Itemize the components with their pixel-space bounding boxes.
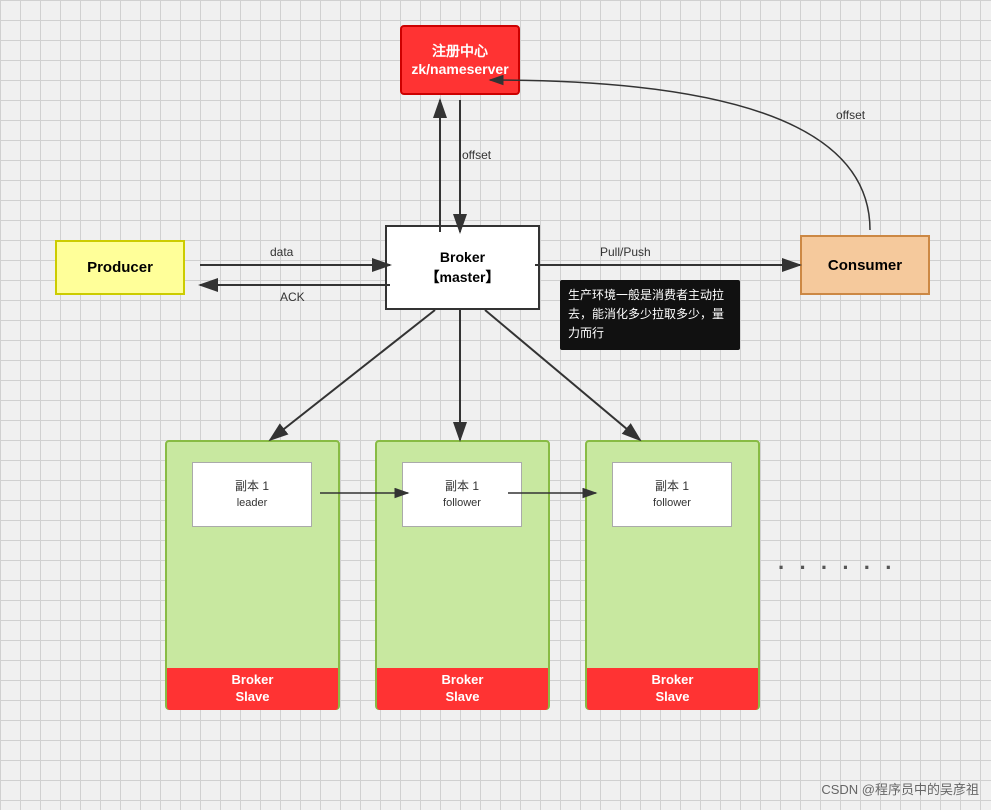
slave-1-line2: Slave xyxy=(167,689,338,706)
label-data: data xyxy=(270,245,293,259)
registry-label-line1: 注册中心 xyxy=(411,42,508,60)
producer-box: Producer xyxy=(55,240,185,295)
slave-2-line2: Slave xyxy=(377,689,548,706)
slave-2-line1: Broker xyxy=(377,672,548,689)
broker-master-box: Broker 【master】 xyxy=(385,225,540,310)
comment-text: 生产环境一般是消费者主动拉去，能消化多少拉取多少，量力而行 xyxy=(568,288,724,340)
slave-3-line1: Broker xyxy=(587,672,758,689)
consumer-box: Consumer xyxy=(800,235,930,295)
replica-1-title: 副本 1 xyxy=(235,477,269,495)
replica-2-title: 副本 1 xyxy=(445,477,479,495)
replica-1-role: leader xyxy=(237,495,268,512)
slave-label-3: Broker Slave xyxy=(587,668,758,710)
slave-1-line1: Broker xyxy=(167,672,338,689)
registry-label-line2: zk/nameserver xyxy=(411,60,508,78)
replica-3-title: 副本 1 xyxy=(655,477,689,495)
replica-3-role: follower xyxy=(653,495,691,512)
architecture-diagram: 注册中心 zk/nameserver Producer Broker 【mast… xyxy=(0,0,991,810)
slave-label-1: Broker Slave xyxy=(167,668,338,710)
producer-label: Producer xyxy=(87,259,153,276)
label-pull-push: Pull/Push xyxy=(600,245,651,259)
label-offset-right: offset xyxy=(836,108,865,122)
label-offset-center: offset xyxy=(462,148,491,162)
replica-box-3: 副本 1 follower xyxy=(612,462,732,527)
comment-box: 生产环境一般是消费者主动拉去，能消化多少拉取多少，量力而行 xyxy=(560,280,740,350)
slave-3-line2: Slave xyxy=(587,689,758,706)
registry-box: 注册中心 zk/nameserver xyxy=(400,25,520,95)
broker-label-line2: 【master】 xyxy=(426,268,500,288)
replica-box-1: 副本 1 leader xyxy=(192,462,312,527)
slave-container-2: 副本 1 follower Broker Slave xyxy=(375,440,550,710)
replica-2-role: follower xyxy=(443,495,481,512)
slave-container-1: 副本 1 leader Broker Slave xyxy=(165,440,340,710)
replica-box-2: 副本 1 follower xyxy=(402,462,522,527)
slave-container-3: 副本 1 follower Broker Slave xyxy=(585,440,760,710)
more-dots: · · · · · · xyxy=(778,555,897,581)
watermark: CSDN @程序员中的吴彦祖 xyxy=(821,779,979,798)
label-ack: ACK xyxy=(280,290,305,304)
consumer-label: Consumer xyxy=(828,257,902,274)
broker-label-line1: Broker xyxy=(426,248,500,268)
slave-label-2: Broker Slave xyxy=(377,668,548,710)
